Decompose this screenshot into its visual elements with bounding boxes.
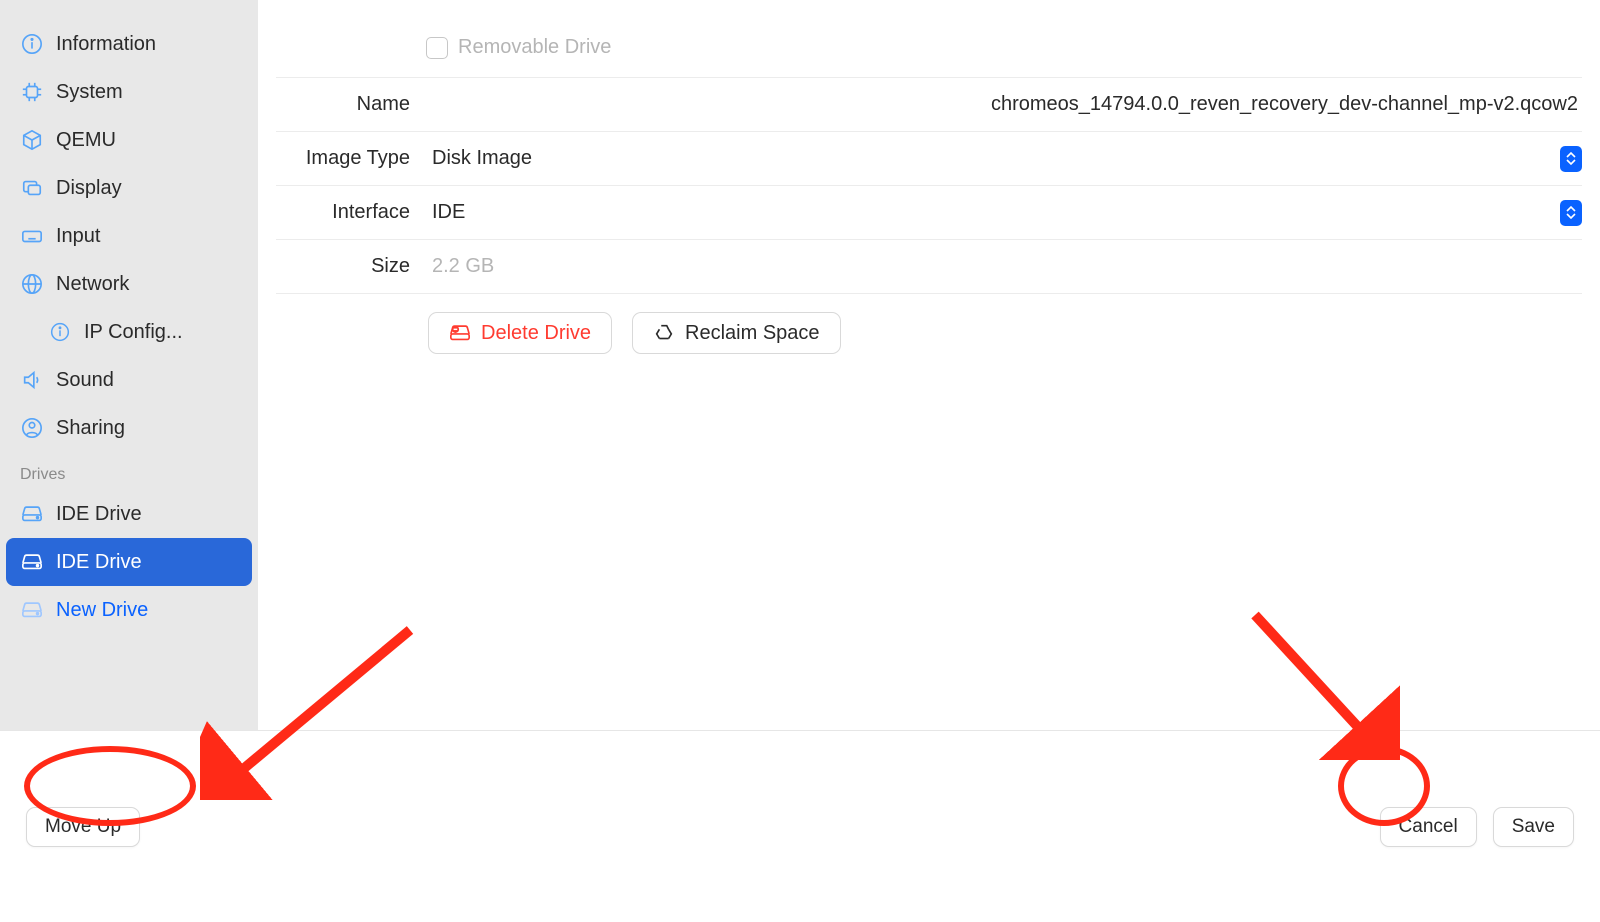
drive-icon <box>20 598 44 622</box>
image-type-value: Disk Image <box>432 147 532 170</box>
sidebar-item-information[interactable]: Information <box>6 20 252 68</box>
info-icon <box>48 320 72 344</box>
interface-label: Interface <box>276 201 428 224</box>
sidebar-item-label: Display <box>56 177 122 200</box>
display-icon <box>20 176 44 200</box>
chevron-up-down-icon <box>1560 200 1582 226</box>
interface-select[interactable]: IDE <box>428 194 1582 232</box>
sidebar-item-sharing[interactable]: Sharing <box>6 404 252 452</box>
sidebar-item-display[interactable]: Display <box>6 164 252 212</box>
image-type-row: Image Type Disk Image <box>276 132 1582 186</box>
size-value: 2.2 GB <box>428 255 494 278</box>
interface-value: IDE <box>432 201 465 224</box>
delete-drive-icon <box>449 322 471 344</box>
sidebar-item-label: IDE Drive <box>56 503 142 526</box>
drive-action-row: Delete Drive Reclaim Space <box>276 294 1582 354</box>
removable-drive-row: Removable Drive <box>276 24 1582 78</box>
info-icon <box>20 32 44 56</box>
sidebar-item-label: Network <box>56 273 129 296</box>
sidebar-item-qemu[interactable]: QEMU <box>6 116 252 164</box>
drive-icon <box>20 502 44 526</box>
reclaim-space-label: Reclaim Space <box>685 322 820 345</box>
sidebar-item-label: QEMU <box>56 129 116 152</box>
cancel-button[interactable]: Cancel <box>1380 807 1477 847</box>
sidebar-item-label: New Drive <box>56 599 148 622</box>
image-type-select[interactable]: Disk Image <box>428 140 1582 178</box>
sidebar-item-label: System <box>56 81 123 104</box>
footer: Move Up Cancel Save <box>0 730 1600 922</box>
move-up-button[interactable]: Move Up <box>26 807 140 847</box>
sidebar-item-label: IDE Drive <box>56 551 142 574</box>
main-panel: Removable Drive Name chromeos_14794.0.0_… <box>258 0 1600 730</box>
chip-icon <box>20 80 44 104</box>
person-icon <box>20 416 44 440</box>
drive-icon <box>20 550 44 574</box>
speaker-icon <box>20 368 44 392</box>
sidebar-item-ide-drive-0[interactable]: IDE Drive <box>6 490 252 538</box>
sidebar-item-sound[interactable]: Sound <box>6 356 252 404</box>
chevron-up-down-icon <box>1560 146 1582 172</box>
image-type-label: Image Type <box>276 147 428 170</box>
sidebar-item-label: Input <box>56 225 100 248</box>
sidebar-item-ip-config[interactable]: IP Config... <box>6 308 252 356</box>
removable-drive-checkbox[interactable] <box>426 37 448 59</box>
size-label: Size <box>276 255 428 278</box>
drives-section-header: Drives <box>6 452 252 490</box>
sidebar-item-network[interactable]: Network <box>6 260 252 308</box>
cube-icon <box>20 128 44 152</box>
sidebar-item-ide-drive-1[interactable]: IDE Drive <box>6 538 252 586</box>
delete-drive-label: Delete Drive <box>481 322 591 345</box>
sidebar: Information System QEMU Display Input <box>0 0 258 730</box>
recycle-icon <box>653 322 675 344</box>
size-row: Size 2.2 GB <box>276 240 1582 294</box>
sidebar-item-label: Sound <box>56 369 114 392</box>
interface-row: Interface IDE <box>276 186 1582 240</box>
name-value: chromeos_14794.0.0_reven_recovery_dev-ch… <box>428 93 1582 116</box>
keyboard-icon <box>20 224 44 248</box>
sidebar-item-input[interactable]: Input <box>6 212 252 260</box>
sidebar-item-system[interactable]: System <box>6 68 252 116</box>
save-button[interactable]: Save <box>1493 807 1574 847</box>
sidebar-item-new-drive[interactable]: New Drive <box>6 586 252 634</box>
sidebar-item-label: Information <box>56 33 156 56</box>
sidebar-item-label: IP Config... <box>84 321 183 344</box>
delete-drive-button[interactable]: Delete Drive <box>428 312 612 354</box>
sidebar-item-label: Sharing <box>56 417 125 440</box>
removable-drive-label: Removable Drive <box>458 36 611 59</box>
globe-icon <box>20 272 44 296</box>
name-row: Name chromeos_14794.0.0_reven_recovery_d… <box>276 78 1582 132</box>
reclaim-space-button[interactable]: Reclaim Space <box>632 312 841 354</box>
name-label: Name <box>276 93 428 116</box>
